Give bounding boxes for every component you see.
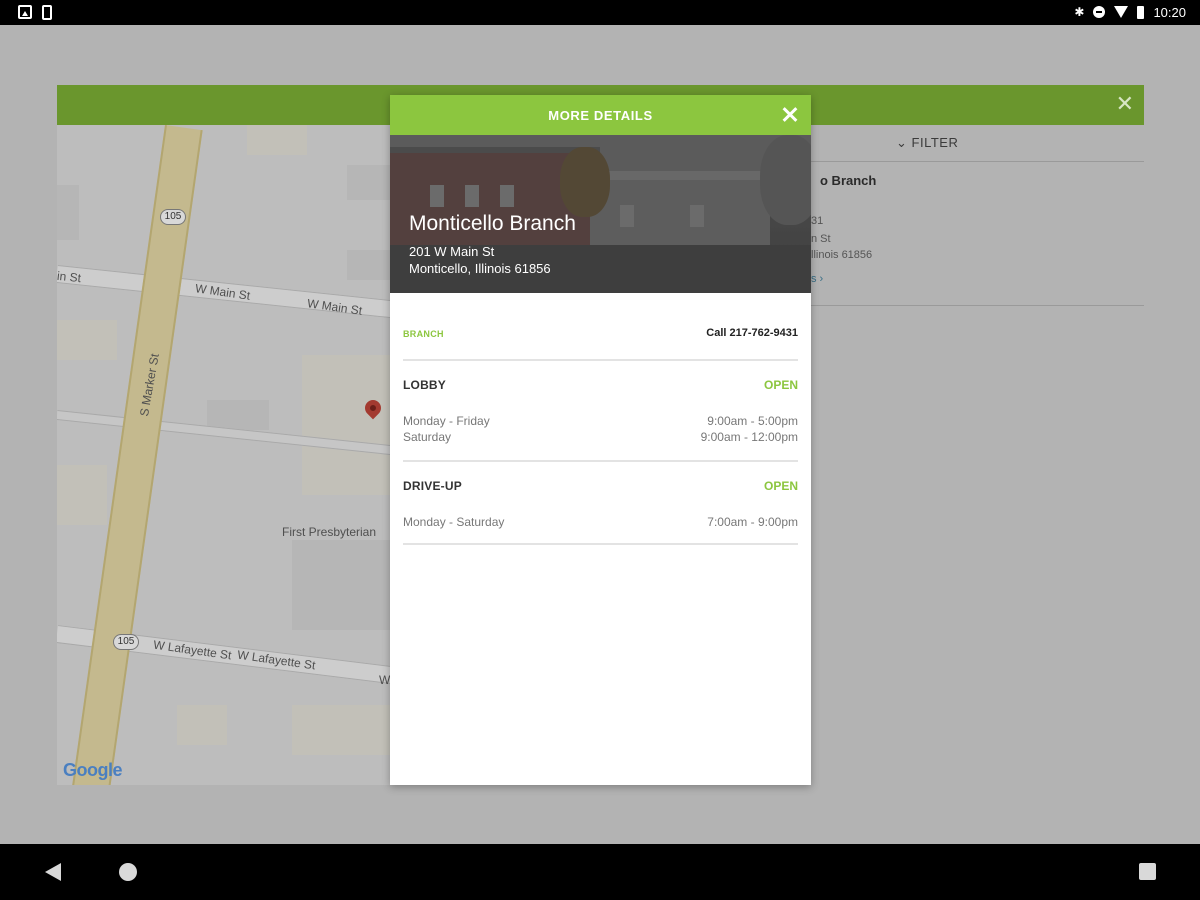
home-icon[interactable] <box>119 863 137 881</box>
map-block <box>207 400 269 430</box>
divider <box>811 305 1144 306</box>
map-highway <box>64 125 203 785</box>
wifi-icon <box>1114 6 1129 18</box>
map-block <box>302 355 390 495</box>
call-phone-link[interactable]: Call 217-762-9431 <box>706 327 798 339</box>
phone-notification-icon <box>42 5 52 20</box>
section-title: DRIVE-UP <box>403 479 462 493</box>
filter-button[interactable]: ⌄ FILTER <box>896 135 958 151</box>
route-shield: 105 <box>160 209 186 225</box>
branch-type-tag: BRANCH <box>403 329 444 339</box>
hours-time: 7:00am - 9:00pm <box>707 515 798 529</box>
map-block <box>57 465 107 525</box>
list-details-link[interactable]: s › <box>811 273 823 285</box>
hours-time: 9:00am - 5:00pm <box>707 414 798 428</box>
status-time: 10:20 <box>1153 4 1186 20</box>
list-address-line: n St <box>811 233 831 245</box>
branch-name: Monticello Branch <box>409 212 576 235</box>
close-icon[interactable]: ✕ <box>1116 93 1134 115</box>
branch-list-panel: ⌄ FILTER o Branch 31 n St llinois 61856 … <box>811 125 1144 785</box>
street-label: in St <box>57 268 82 286</box>
hours-time: 9:00am - 12:00pm <box>700 430 798 444</box>
system-navigation-bar <box>0 844 1200 900</box>
map-view[interactable]: 105 105 S Marker St W Main St W Main St … <box>57 125 390 785</box>
poi-label: First Presbyterian <box>282 525 377 539</box>
map-block <box>292 705 390 755</box>
branch-address-line2: Monticello, Illinois 61856 <box>409 261 551 276</box>
map-block <box>347 165 390 200</box>
hours-days: Monday - Saturday <box>403 515 505 529</box>
google-logo-text: Google <box>63 760 123 780</box>
section-title: LOBBY <box>403 378 446 392</box>
status-badge: OPEN <box>763 479 798 493</box>
map-block <box>57 185 79 240</box>
dialog-header: MORE DETAILS <box>390 95 811 135</box>
map-block <box>177 705 227 745</box>
map-block <box>292 540 390 630</box>
hours-days: Monday - Friday <box>403 414 490 428</box>
list-address-line: 31 <box>811 215 824 227</box>
lobby-hours-section: LOBBY OPEN Monday - Friday 9:00am - 5:00… <box>403 361 798 462</box>
close-button[interactable] <box>777 101 803 127</box>
status-badge: OPEN <box>763 378 798 392</box>
battery-icon <box>1137 5 1145 19</box>
recent-apps-icon[interactable] <box>1139 863 1156 880</box>
google-logo: Google <box>63 760 123 781</box>
more-details-dialog: MORE DETAILS Monticello Branch 201 W Mai… <box>390 95 811 785</box>
hours-days: Saturday <box>403 430 452 444</box>
map-block <box>247 125 307 155</box>
drive-up-hours-section: DRIVE-UP OPEN Monday - Saturday 7:00am -… <box>403 462 798 545</box>
back-icon[interactable] <box>45 863 61 881</box>
bluetooth-icon: ✱ <box>1074 5 1085 19</box>
branch-hero-image: Monticello Branch 201 W Main St Monticel… <box>390 135 811 293</box>
image-notification-icon <box>18 5 32 19</box>
do-not-disturb-icon <box>1093 6 1106 18</box>
list-branch-title[interactable]: o Branch <box>820 173 876 188</box>
map-block <box>57 320 117 360</box>
chevron-down-icon: ⌄ <box>896 135 908 150</box>
branch-address-line1: 201 W Main St <box>409 244 495 259</box>
map-block <box>347 250 390 280</box>
route-shield: 105 <box>113 634 139 650</box>
dialog-title: MORE DETAILS <box>548 108 653 123</box>
divider <box>811 161 1144 162</box>
list-address-line: llinois 61856 <box>811 249 873 261</box>
street-label: W <box>379 673 390 687</box>
branch-info-row: BRANCH Call 217-762-9431 <box>403 293 798 361</box>
status-bar: ✱ 10:20 <box>0 0 1200 25</box>
filter-label: FILTER <box>911 135 959 150</box>
